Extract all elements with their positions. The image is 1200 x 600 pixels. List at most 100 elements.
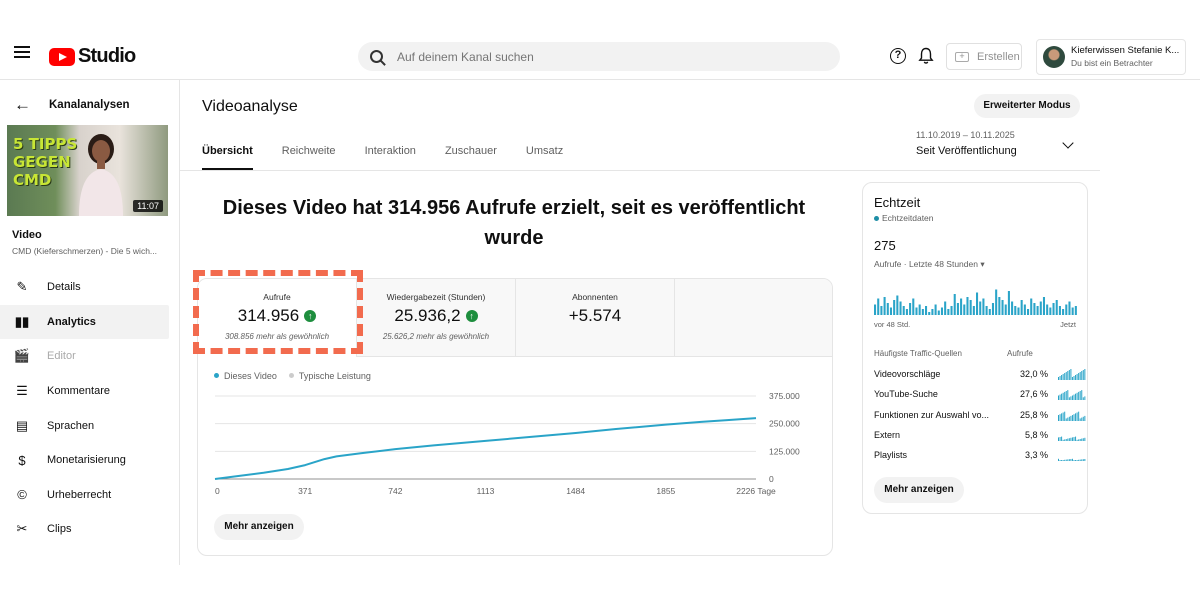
sidebar-item-sprachen[interactable]: ▤ Sprachen: [0, 408, 170, 443]
sidebar-item-kommentare[interactable]: ☰ Kommentare: [0, 374, 170, 409]
metric-value-row: 25.936,2 ↑: [357, 306, 515, 326]
search-input[interactable]: [397, 49, 797, 64]
sidebar: ← Kanalanalysen 5 TIPPS GEGEN CMD 11:07 …: [0, 80, 180, 565]
realtime-bar: [912, 298, 915, 315]
tab-umsatz[interactable]: Umsatz: [526, 145, 563, 170]
advanced-mode-button[interactable]: Erweiterter Modus: [974, 94, 1080, 118]
traffic-source-name: Playlists: [874, 450, 908, 461]
tab-interaktion[interactable]: Interaktion: [365, 145, 416, 170]
traffic-source-name: Funktionen zur Auswahl vo...: [874, 409, 990, 420]
sidebar-item-label: Kommentare: [47, 385, 110, 398]
realtime-bar: [883, 297, 886, 315]
copyright-icon: ©: [17, 487, 27, 503]
studio-logo[interactable]: Studio: [49, 45, 136, 68]
date-range-value: 11.10.2019 – 10.11.2025: [916, 130, 1015, 140]
hamburger-menu-icon[interactable]: [14, 46, 30, 58]
realtime-bar: [899, 301, 902, 315]
chevron-down-icon[interactable]: [1062, 137, 1074, 149]
realtime-bar: [969, 300, 972, 315]
realtime-card: Echtzeit Echtzeitdaten 275 Aufrufe · Let…: [862, 182, 1088, 514]
views-line-chart: 375.000 250.000 125.000 0 0 371 742 1113 1484 185…: [214, 391, 800, 496]
page-title: Videoanalyse: [202, 98, 298, 115]
sidebar-item-label: Clips: [47, 523, 72, 536]
sidebar-item-monetarisierung[interactable]: $ Monetarisierung: [0, 443, 170, 478]
realtime-bar: [1001, 300, 1004, 315]
realtime-bar: [1074, 306, 1077, 315]
realtime-bar: [956, 303, 959, 315]
realtime-bar: [947, 309, 950, 315]
create-label: Erstellen: [977, 50, 1020, 63]
sidebar-item-label: Analytics: [47, 315, 96, 328]
realtime-bar: [1030, 298, 1033, 315]
metric-tile[interactable]: Wiedergabezeit (Stunden) 25.936,2 ↑ 25.626,…: [357, 279, 516, 357]
traffic-source-row: Extern 5,8 %: [874, 429, 1086, 450]
back-arrow-icon: ←: [14, 95, 31, 114]
search-bar[interactable]: [358, 42, 840, 71]
realtime-bar: [1071, 307, 1074, 315]
realtime-bar: [928, 312, 931, 315]
x-tick-label: 1855: [656, 486, 675, 496]
search-icon: [370, 50, 383, 63]
live-dot-icon: [874, 216, 879, 221]
realtime-bar: [1014, 306, 1017, 315]
realtime-bar: [991, 303, 995, 315]
metric-tile-empty: [675, 279, 832, 357]
x-tick-label: 2226 Tage: [736, 486, 776, 496]
video-duration: 11:07: [133, 200, 163, 212]
x-tick-label: 742: [388, 486, 402, 496]
realtime-bar: [1033, 303, 1036, 315]
account-role: Du bist ein Betrachter: [1071, 58, 1153, 68]
notification-bell-icon[interactable]: [918, 47, 934, 65]
traffic-source-name: Extern: [874, 429, 901, 440]
tab-zuschauer[interactable]: Zuschauer: [445, 145, 497, 170]
sidebar-item-label: Sprachen: [47, 419, 95, 432]
traffic-source-percent: 27,6 %: [1019, 389, 1048, 400]
traffic-source-row: Playlists 3,3 %: [874, 450, 1086, 470]
realtime-bar: [953, 294, 956, 315]
realtime-bar: [1039, 301, 1042, 315]
realtime-bar: [1004, 304, 1007, 315]
back-label: Kanalanalysen: [49, 99, 130, 111]
highlight-annotation: [193, 270, 363, 354]
help-icon[interactable]: ?: [890, 48, 906, 64]
sidebar-item-urheberrecht[interactable]: © Urheberrecht: [0, 478, 170, 513]
sidebar-item-analytics[interactable]: ▮▮ Analytics: [0, 304, 169, 340]
comments-icon: ☰: [16, 383, 28, 399]
realtime-count-selector[interactable]: Aufrufe · Letzte 48 Stunden ▾: [874, 259, 985, 270]
series-line: [214, 417, 757, 480]
legend-dot-icon: [288, 373, 294, 379]
x-tick-label: 371: [298, 486, 312, 496]
traffic-source-row: Funktionen zur Auswahl vo... 25,8 %: [874, 409, 1086, 430]
tab-reichweite[interactable]: Reichweite: [282, 145, 336, 170]
sidebar-item-details[interactable]: ✎ Details: [0, 270, 170, 305]
traffic-sparkline: [1058, 458, 1086, 462]
x-tick-label: 0: [215, 486, 220, 496]
realtime-show-more-button[interactable]: Mehr anzeigen: [874, 477, 964, 503]
realtime-bar: [1023, 304, 1026, 315]
back-to-channel-analytics[interactable]: ← Kanalanalysen: [14, 95, 130, 115]
traffic-source-name: YouTube-Suche: [874, 389, 938, 400]
traffic-views-header: Aufrufe: [1007, 349, 1033, 358]
y-tick-label: 0: [769, 474, 774, 484]
realtime-bar: [921, 309, 924, 315]
realtime-bar: [886, 303, 889, 315]
account-name: Kieferwissen Stefanie K...: [1071, 45, 1180, 56]
avatar: [1043, 46, 1065, 68]
realtime-bar: [1068, 301, 1071, 315]
realtime-bar: [931, 309, 934, 315]
show-more-button[interactable]: Mehr anzeigen: [214, 514, 304, 540]
x-tick-label: 1484: [566, 486, 585, 496]
date-range-label: Seit Veröffentlichung: [916, 145, 1017, 157]
create-button[interactable]: + Erstellen: [946, 43, 1022, 70]
tab-bar: Übersicht Reichweite Interaktion Zuschauer U…: [202, 145, 592, 170]
realtime-bar: [889, 307, 893, 315]
top-header: Studio ? + Erstellen Kieferwissen Stefan…: [0, 0, 1200, 80]
account-switcher[interactable]: Kieferwissen Stefanie K... Du bist ein B…: [1036, 39, 1186, 75]
video-thumbnail[interactable]: 5 TIPPS GEGEN CMD 11:07: [7, 125, 168, 216]
realtime-bar: [960, 298, 963, 315]
metric-tile[interactable]: Abonnenten +5.574: [516, 279, 675, 357]
realtime-bar: [982, 298, 985, 315]
sidebar-item-clips[interactable]: ✂ Clips: [0, 512, 170, 547]
tab-übersicht[interactable]: Übersicht: [202, 145, 253, 170]
date-range-picker[interactable]: 11.10.2019 – 10.11.2025 Seit Veröffentli…: [916, 130, 1017, 157]
